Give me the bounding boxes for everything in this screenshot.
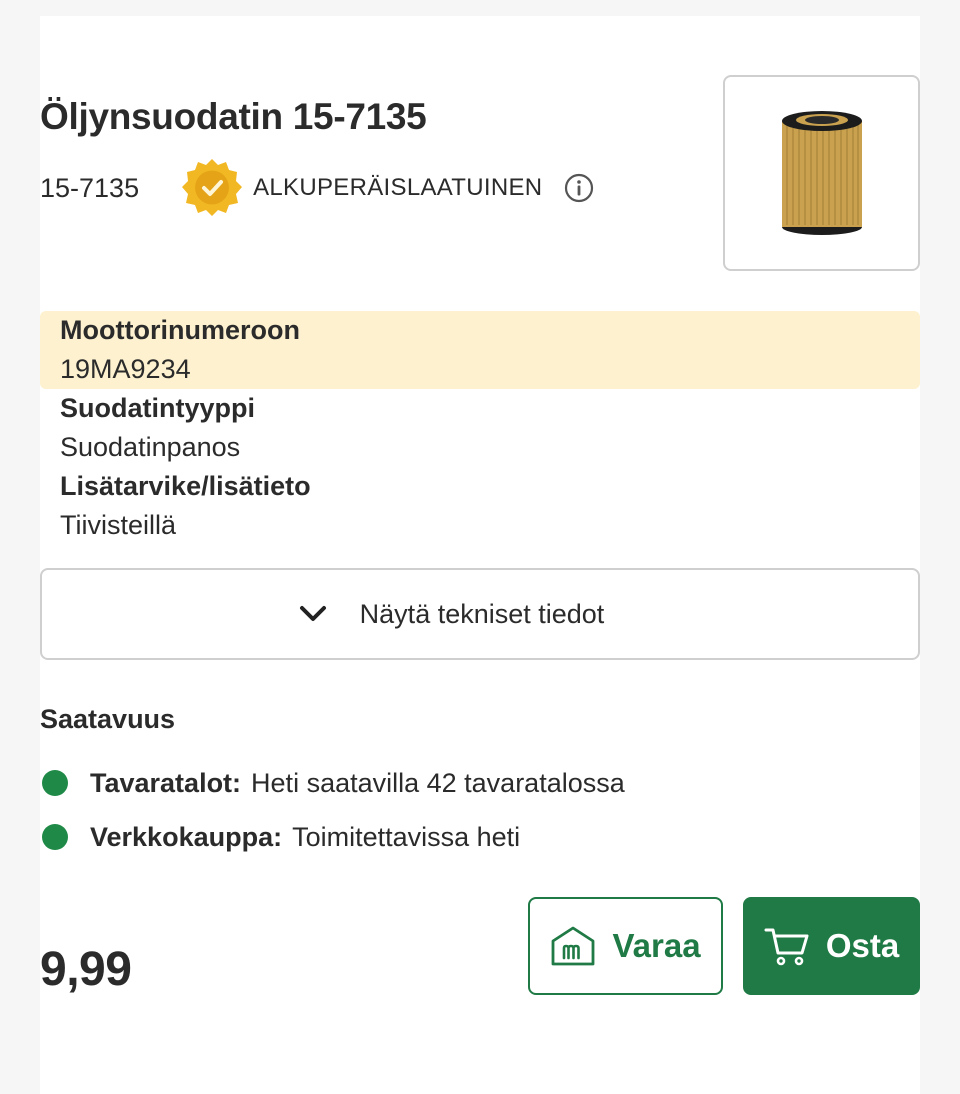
availability-key: Tavaratalot: <box>90 767 242 798</box>
buy-button-label: Osta <box>825 927 900 964</box>
spec-engine-number: Moottorinumeroon 19MA9234 <box>40 311 920 389</box>
spec-filter-type: Suodatintyyppi Suodatinpanos <box>40 389 920 467</box>
availability-value: Toimitettavissa heti <box>292 821 521 852</box>
availability-stores: Tavaratalot: Heti saatavilla 42 tavarata… <box>40 763 625 803</box>
product-specs: Moottorinumeroon 19MA9234 Suodatintyyppi… <box>40 311 920 545</box>
spec-label: Moottorinumeroon <box>60 315 300 345</box>
status-dot <box>42 824 68 850</box>
reserve-button-label: Varaa <box>612 927 701 964</box>
product-meta: 15-7135 ALKUPERÄISLAATUINEN <box>40 156 594 220</box>
spec-value: 19MA9234 <box>60 354 191 384</box>
product-title: Öljynsuodatin 15-7135 <box>40 96 427 137</box>
status-dot <box>42 770 68 796</box>
availability-webshop: Verkkokauppa: Toimitettavissa heti <box>40 817 520 857</box>
spec-value: Suodatinpanos <box>60 432 241 462</box>
spec-label: Lisätarvike/lisätieto <box>60 471 311 501</box>
store-icon <box>552 926 595 966</box>
product-sku: 15-7135 <box>40 172 140 203</box>
product-price: 9,99 <box>40 943 132 996</box>
info-icon[interactable] <box>564 173 594 203</box>
availability-value: Heti saatavilla 42 tavaratalossa <box>251 767 625 798</box>
availability-title: Saatavuus <box>40 704 176 734</box>
reserve-button[interactable]: Varaa <box>528 897 723 995</box>
buy-button[interactable]: Osta <box>743 897 920 995</box>
product-card: Öljynsuodatin 15-7135 15-7135 ALKUPERÄIS… <box>40 16 920 1094</box>
chevron-down-icon <box>299 606 326 621</box>
product-image[interactable] <box>723 75 920 271</box>
quality-badge-icon <box>181 157 243 219</box>
show-technical-details-label: Näytä tekniset tiedot <box>359 598 605 629</box>
spec-value: Tiivisteillä <box>60 510 177 540</box>
oil-filter-image <box>781 111 862 235</box>
show-technical-details-button[interactable]: Näytä tekniset tiedot <box>40 568 920 660</box>
quality-badge-label: ALKUPERÄISLAATUINEN <box>253 174 543 201</box>
cart-icon <box>764 928 809 966</box>
availability-key: Verkkokauppa: <box>90 821 283 852</box>
spec-accessory-info: Lisätarvike/lisätieto Tiivisteillä <box>40 467 920 545</box>
spec-label: Suodatintyyppi <box>60 393 255 423</box>
